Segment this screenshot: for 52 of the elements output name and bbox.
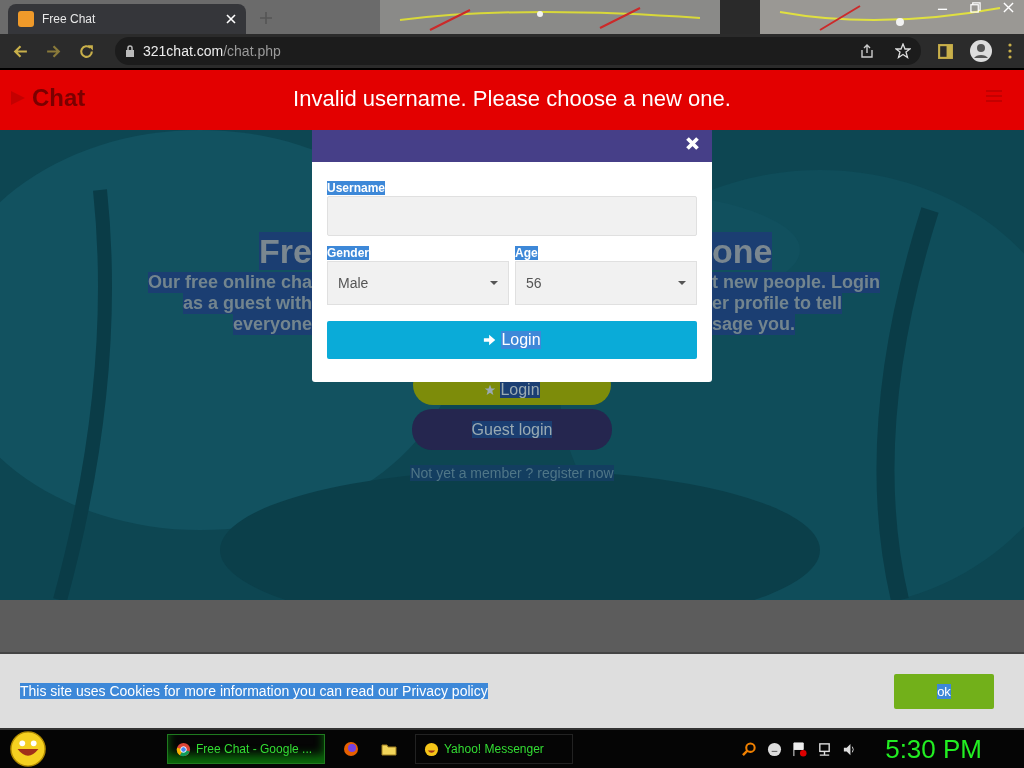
clock: 5:30 PM xyxy=(885,733,982,765)
star-icon[interactable] xyxy=(895,43,911,59)
lock-icon xyxy=(125,45,135,57)
reload-icon[interactable] xyxy=(78,42,95,60)
field-label: Username xyxy=(327,181,386,195)
ok-button[interactable]: ok xyxy=(894,673,994,709)
task-label: Yahoo! Messenger xyxy=(444,742,544,756)
favicon-icon xyxy=(18,11,34,27)
caret-icon xyxy=(490,281,498,285)
search-icon[interactable] xyxy=(742,741,758,757)
network-icon[interactable] xyxy=(817,741,833,757)
start-icon[interactable] xyxy=(8,730,48,768)
folder-icon[interactable] xyxy=(381,741,397,757)
restore-icon[interactable] xyxy=(970,2,981,13)
browser-icon xyxy=(176,741,191,757)
field-label: Gender xyxy=(327,246,369,260)
taskbar-button[interactable]: Free Chat - Google ... xyxy=(167,734,325,764)
age-select[interactable]: 56 xyxy=(515,261,697,305)
gender-select[interactable]: Male xyxy=(327,261,509,305)
cookie-notice: This site uses Cookies for more information you can read our Privacy policy xyxy=(20,683,488,699)
address-field[interactable]: 321chat.com/chat.php xyxy=(115,37,921,65)
share-icon[interactable] xyxy=(859,43,875,59)
hero-text: sage you. xyxy=(712,314,796,335)
smiley-icon[interactable] xyxy=(767,741,783,757)
sidebar-icon[interactable] xyxy=(937,42,954,60)
taskbar-button[interactable]: Yahoo! Messenger xyxy=(415,734,573,764)
profile-icon[interactable] xyxy=(970,40,992,62)
caret-icon xyxy=(678,281,686,285)
error-message: Invalid username. Please choose a new one. xyxy=(293,86,731,112)
hero-text: t new people. Login xyxy=(712,272,880,293)
login-button[interactable]: Login xyxy=(327,321,697,359)
hero-text: er profile to tell xyxy=(712,293,843,314)
hero-text: as a guest with xyxy=(182,293,312,314)
field-label: Age xyxy=(515,246,538,260)
hero-text: everyone xyxy=(232,314,312,335)
flag-icon[interactable] xyxy=(792,741,808,757)
menu-icon[interactable] xyxy=(1008,43,1012,59)
tab-title: Free Chat xyxy=(42,12,97,26)
smiley-icon xyxy=(424,741,439,757)
close-icon[interactable] xyxy=(226,14,236,24)
url-text: 321chat.com/chat.php xyxy=(143,43,282,59)
close-icon[interactable] xyxy=(685,136,700,151)
hero-heading: one xyxy=(712,232,773,270)
task-label: Free Chat - Google ... xyxy=(196,742,313,756)
hero-heading: Fre xyxy=(259,232,312,270)
guest-login-button[interactable]: Guest login xyxy=(412,409,612,450)
browser-tab[interactable]: Free Chat xyxy=(8,4,246,34)
star-icon xyxy=(484,383,497,396)
firefox-icon[interactable] xyxy=(343,741,359,757)
login-icon xyxy=(483,333,498,347)
hero-text: Our free online cha xyxy=(147,272,312,293)
username-field[interactable] xyxy=(327,196,697,236)
